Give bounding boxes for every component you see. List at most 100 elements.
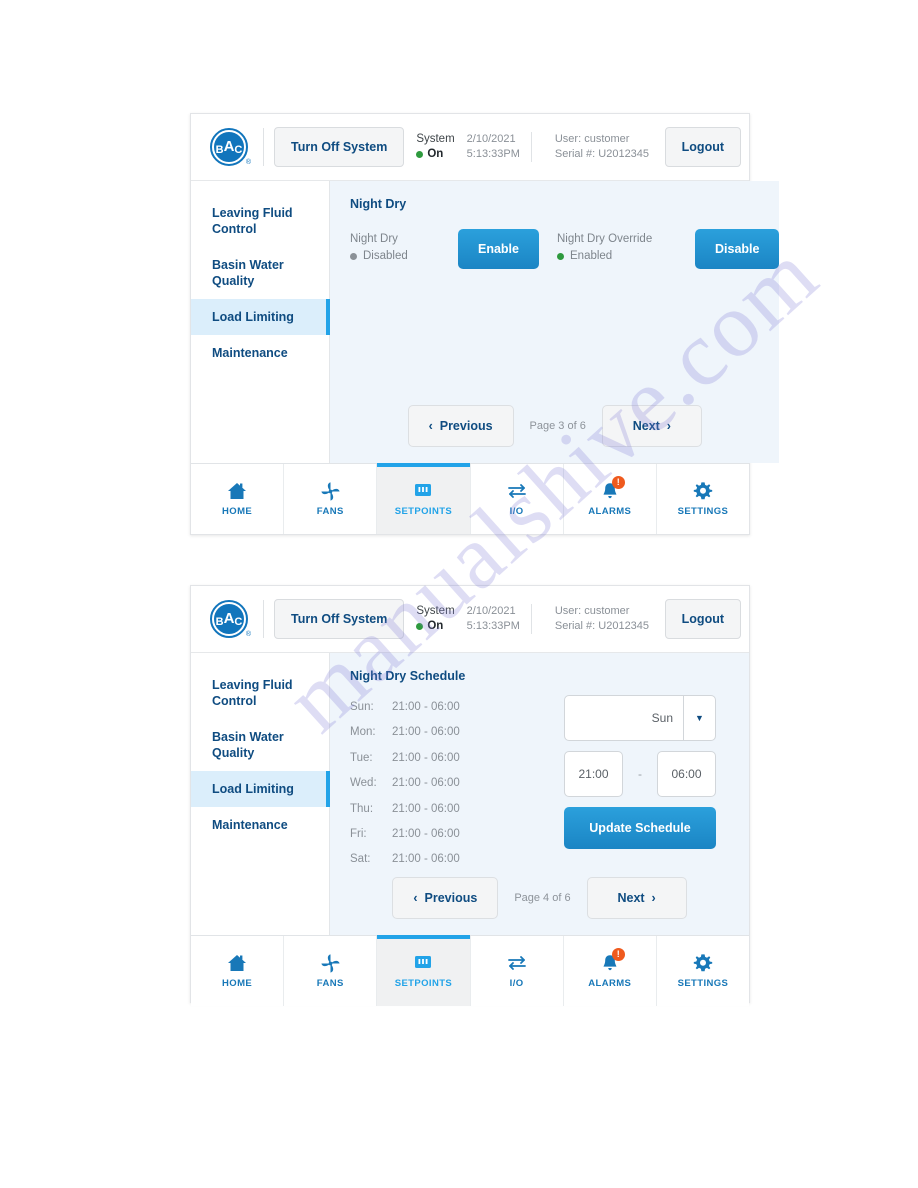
home-icon [226, 481, 248, 501]
content-area: Night Dry Schedule Sun: 21:00 - 06:00 Mo… [330, 653, 749, 935]
system-state: On [416, 147, 454, 162]
bell-icon: ! [599, 948, 625, 973]
time-text: 5:13:33PM [466, 620, 520, 632]
schedule-day: Thu: [350, 802, 374, 815]
day-select-value: Sun [651, 711, 673, 725]
nav-label-alarms: ALARMS [588, 506, 632, 517]
sidebar-item-maintenance[interactable]: Maintenance [191, 807, 329, 843]
home-icon [226, 953, 248, 973]
previous-page-button[interactable]: ‹ Previous [407, 405, 514, 447]
previous-page-button[interactable]: ‹ Previous [392, 877, 499, 919]
nav-label-io: I/O [509, 506, 524, 517]
user-block: User: customer Serial #: U2012345 [555, 604, 649, 634]
update-schedule-button[interactable]: Update Schedule [564, 807, 716, 849]
schedule-time: 21:00 - 06:00 [392, 802, 460, 815]
nav-label-settings: SETTINGS [677, 978, 729, 989]
turn-off-system-button[interactable]: Turn Off System [274, 599, 405, 639]
next-page-button[interactable]: Next › [586, 877, 687, 919]
schedule-time: 21:00 - 06:00 [392, 853, 460, 866]
night-dry-override-disable-button[interactable]: Disable [695, 229, 780, 269]
turn-off-system-button[interactable]: Turn Off System [274, 127, 405, 167]
schedule-time: 21:00 - 06:00 [392, 726, 460, 739]
alarm-badge: ! [611, 476, 625, 489]
setpoints-icon [412, 481, 434, 501]
user-block: User: customer Serial #: U2012345 [555, 132, 649, 162]
nav-item-io[interactable]: I/O [470, 936, 564, 1006]
nav-item-settings[interactable]: SETTINGS [656, 936, 750, 1006]
nav-item-home[interactable]: HOME [191, 464, 285, 534]
next-page-button[interactable]: Next › [601, 405, 702, 447]
bac-logo-icon: BAC ® [207, 125, 251, 169]
night-dry-status-group: Night Dry Disabled [350, 229, 438, 265]
night-dry-state: Disabled [350, 248, 438, 265]
setpoints-icon [412, 953, 434, 973]
system-state-label: On [427, 148, 444, 160]
schedule-time: 21:00 - 06:00 [392, 828, 460, 841]
schedule-form: Sun ▼ 21:00 - 06:00 Update Schedule [540, 693, 716, 873]
nav-item-alarms[interactable]: ! ALARMS [563, 936, 657, 1006]
system-label: System [416, 605, 455, 617]
nav-item-settings[interactable]: SETTINGS [656, 464, 750, 534]
system-label: System [416, 133, 455, 145]
logout-button[interactable]: Logout [664, 599, 741, 639]
registered-mark: ® [245, 159, 251, 166]
pagination: ‹ Previous Page 4 of 6 Next › [330, 877, 749, 919]
next-label: Next [617, 891, 645, 905]
previous-label: Previous [439, 419, 493, 433]
schedule-day: Tue: [350, 751, 373, 764]
nav-label-home: HOME [222, 978, 253, 989]
night-dry-enable-button[interactable]: Enable [458, 229, 539, 269]
chevron-down-icon[interactable]: ▼ [683, 696, 715, 740]
page-indicator: Page 3 of 6 [529, 420, 586, 432]
sidebar-item-basin-water-quality[interactable]: Basin Water Quality [191, 719, 329, 771]
sidebar-item-basin-water-quality[interactable]: Basin Water Quality [191, 247, 329, 299]
nav-item-fans[interactable]: FANS [284, 464, 378, 534]
status-dot-green-icon [557, 253, 564, 260]
sidebar-item-leaving-fluid-control[interactable]: Leaving Fluid Control [191, 195, 329, 247]
logout-button[interactable]: Logout [664, 127, 741, 167]
schedule-section: Sun: 21:00 - 06:00 Mon: 21:00 - 06:00 Tu… [350, 693, 749, 873]
status-dot-green-icon [416, 151, 424, 158]
sidebar-item-leaving-fluid-control[interactable]: Leaving Fluid Control [191, 667, 329, 719]
schedule-row: Wed: 21:00 - 06:00 [350, 771, 540, 796]
status-dot-gray-icon [350, 253, 357, 260]
day-select[interactable]: Sun ▼ [564, 695, 716, 741]
schedule-row: Sat: 21:00 - 06:00 [350, 847, 540, 872]
schedule-day: Mon: [350, 726, 376, 739]
logo-letter-c: C [234, 616, 243, 628]
page-title: Night Dry Schedule [350, 669, 466, 683]
nav-label-alarms: ALARMS [588, 978, 632, 989]
datetime-block: 2/10/2021 5:13:33PM [467, 132, 520, 162]
nav-item-alarms[interactable]: ! ALARMS [563, 464, 657, 534]
page-indicator: Page 4 of 6 [514, 892, 571, 904]
nav-label-fans: FANS [316, 506, 344, 517]
alarm-badge: ! [611, 948, 625, 961]
nav-item-io[interactable]: I/O [470, 464, 564, 534]
schedule-row: Fri: 21:00 - 06:00 [350, 822, 540, 847]
nav-item-home[interactable]: HOME [191, 936, 285, 1006]
schedule-row: Thu: 21:00 - 06:00 [350, 797, 540, 822]
user-text: User: customer [554, 605, 630, 617]
logo-letter-a: A [223, 138, 235, 155]
logo-letter-b: B [215, 616, 224, 628]
app-body: Leaving Fluid Control Basin Water Qualit… [191, 653, 749, 935]
nav-item-setpoints[interactable]: SETPOINTS [377, 935, 471, 1006]
date-text: 2/10/2021 [466, 605, 516, 617]
nav-label-settings: SETTINGS [677, 506, 729, 517]
app-header: BAC ® Turn Off System System On 2/10/202… [191, 586, 749, 653]
night-dry-override-state: Enabled [557, 248, 675, 265]
start-time-input[interactable]: 21:00 [564, 751, 623, 797]
nav-item-fans[interactable]: FANS [284, 936, 378, 1006]
end-time-input[interactable]: 06:00 [657, 751, 716, 797]
sidebar-item-load-limiting[interactable]: Load Limiting [191, 771, 330, 807]
time-range-row: 21:00 - 06:00 [564, 751, 716, 797]
nav-item-setpoints[interactable]: SETPOINTS [377, 463, 471, 534]
sidebar-item-maintenance[interactable]: Maintenance [191, 335, 329, 371]
sidebar-item-load-limiting[interactable]: Load Limiting [191, 299, 330, 335]
status-dot-green-icon [416, 623, 424, 630]
io-arrows-icon [506, 481, 528, 501]
schedule-time: 21:00 - 06:00 [392, 777, 460, 790]
bottom-navigation: HOME FANS SETPOINTS I/O ! ALARMS SETTING… [191, 935, 750, 1006]
io-arrows-icon [506, 953, 528, 973]
nav-label-setpoints: SETPOINTS [394, 978, 453, 989]
